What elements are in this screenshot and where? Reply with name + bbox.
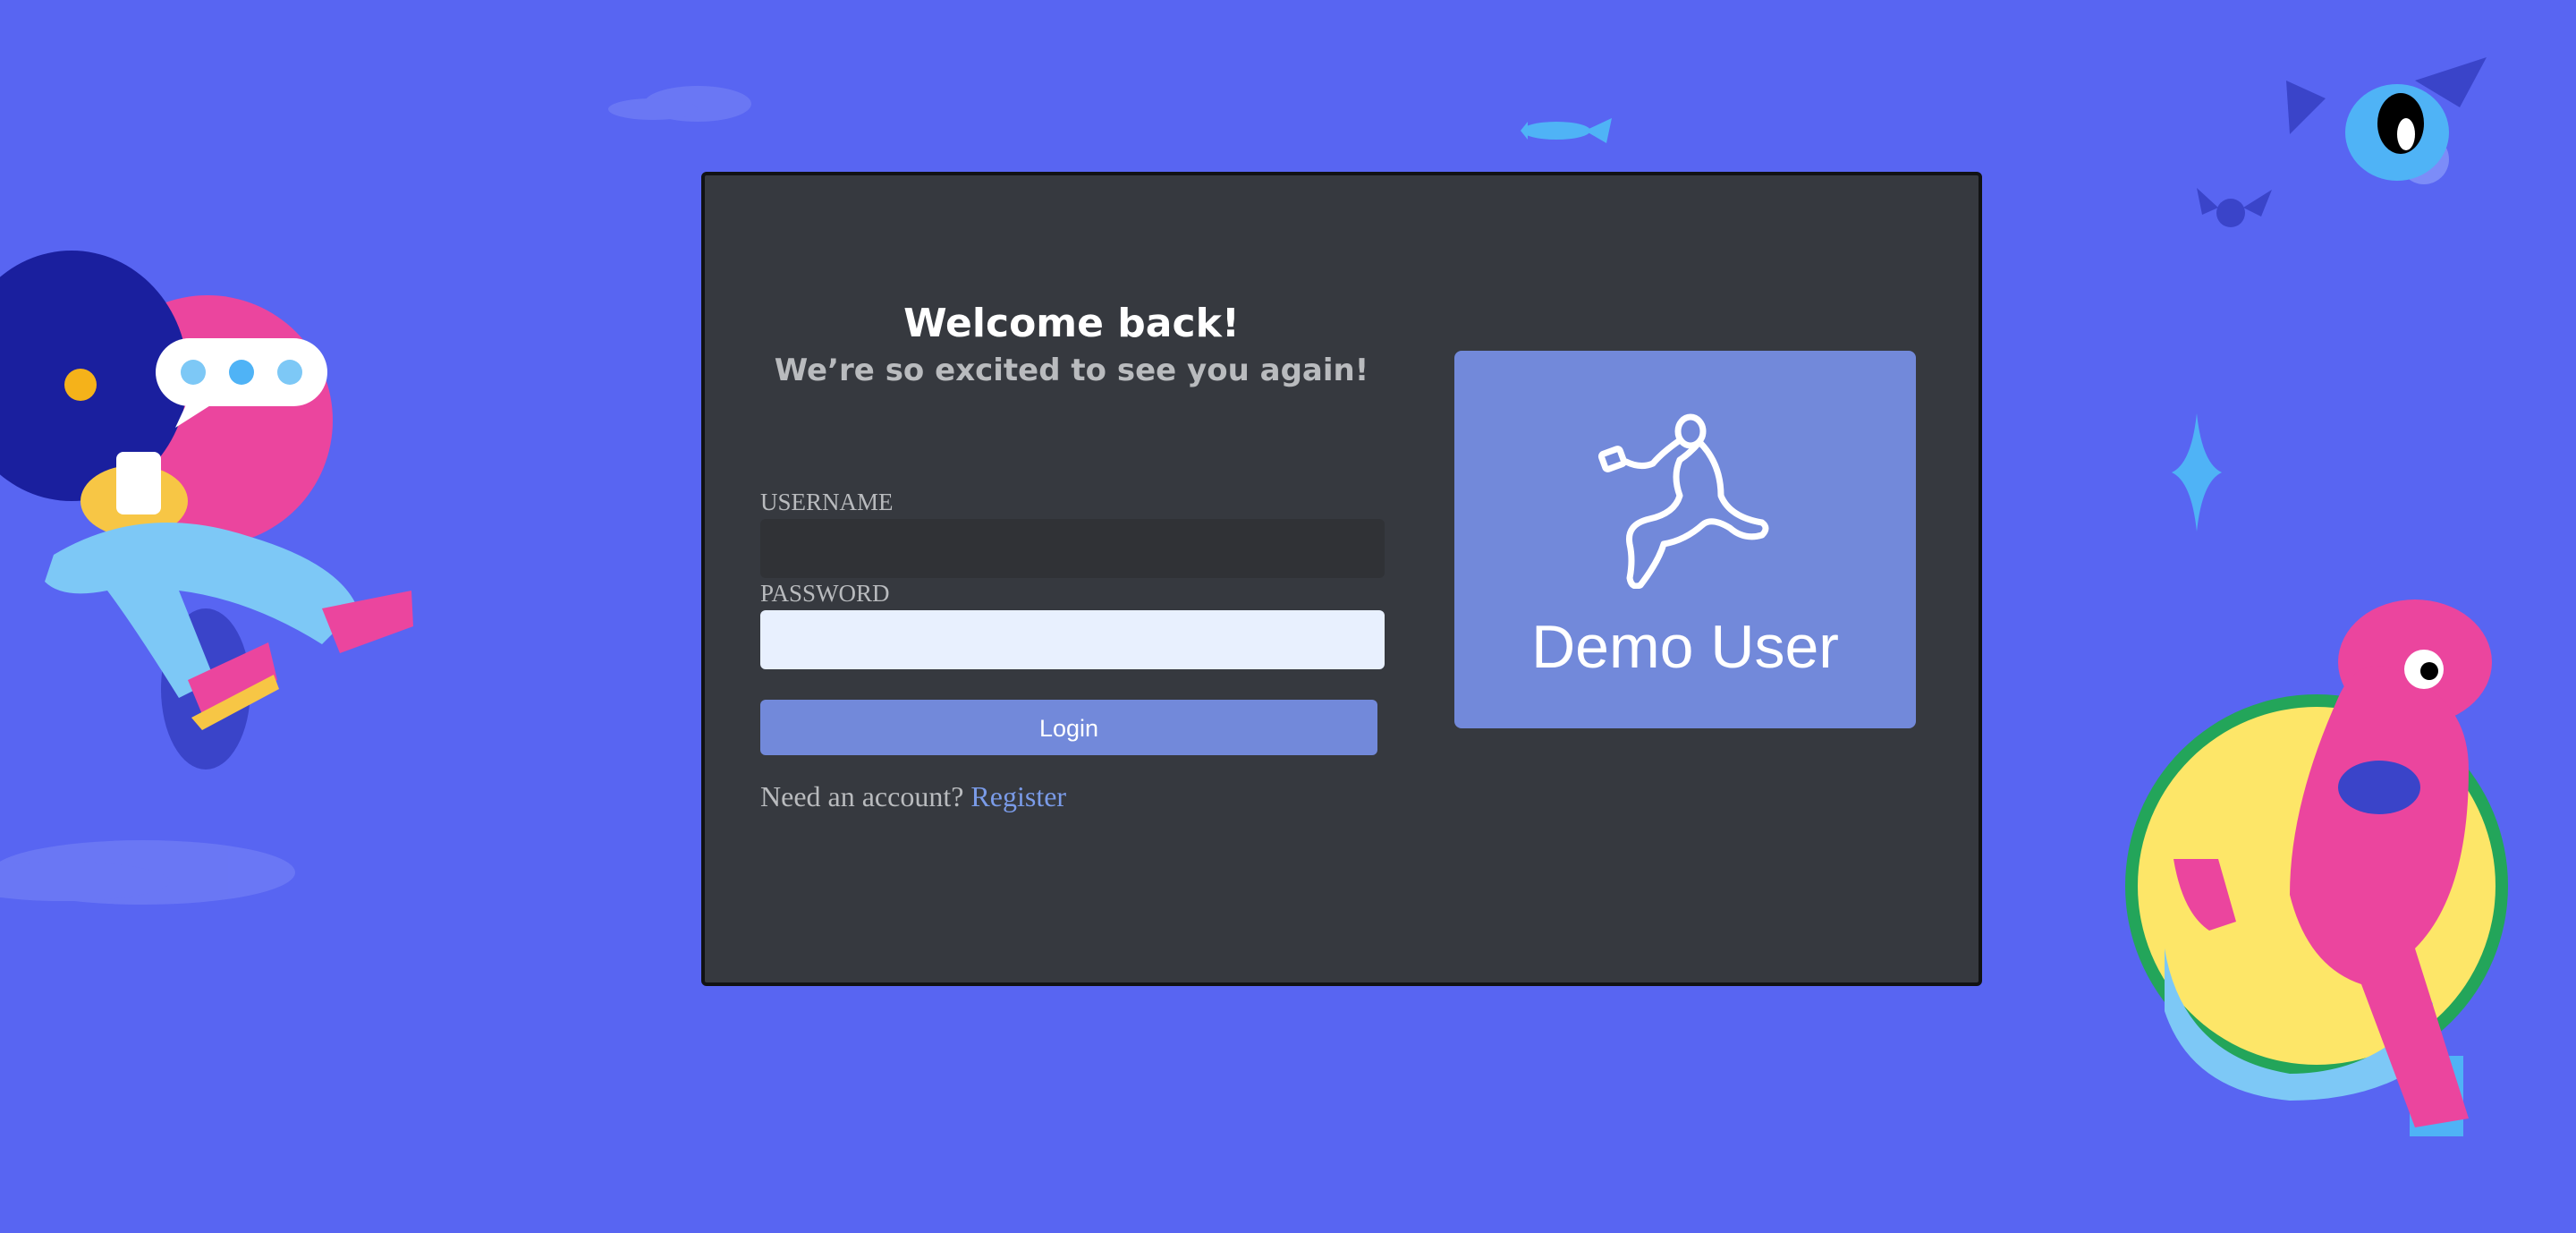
register-prompt: Need an account? xyxy=(760,780,964,812)
demo-user-button[interactable]: Demo User xyxy=(1454,351,1916,728)
demo-user-label: Demo User xyxy=(1531,613,1839,681)
welcome-subtitle: We’re so excited to see you again! xyxy=(774,353,1369,388)
fish-icon xyxy=(1521,118,1612,143)
login-card: Welcome back! We’re so excited to see yo… xyxy=(701,172,1982,986)
password-label: PASSWORD xyxy=(760,580,890,607)
password-input[interactable] xyxy=(760,610,1385,669)
register-link[interactable]: Register xyxy=(970,780,1066,812)
login-button[interactable]: Login xyxy=(760,700,1377,755)
dancing-person-icon xyxy=(1597,413,1769,589)
one-eyed-bat-creature-illustration xyxy=(2286,57,2487,184)
register-row: Need an account? Register xyxy=(760,780,1066,813)
person-on-phone-illustration xyxy=(0,251,413,770)
bat-icon xyxy=(2197,188,2272,227)
welcome-title: Welcome back! xyxy=(903,301,1240,346)
username-input[interactable] xyxy=(760,519,1385,578)
username-label: USERNAME xyxy=(760,489,894,515)
sparkle-icon xyxy=(2172,413,2222,531)
pink-creature-illustration xyxy=(2125,599,2508,1136)
